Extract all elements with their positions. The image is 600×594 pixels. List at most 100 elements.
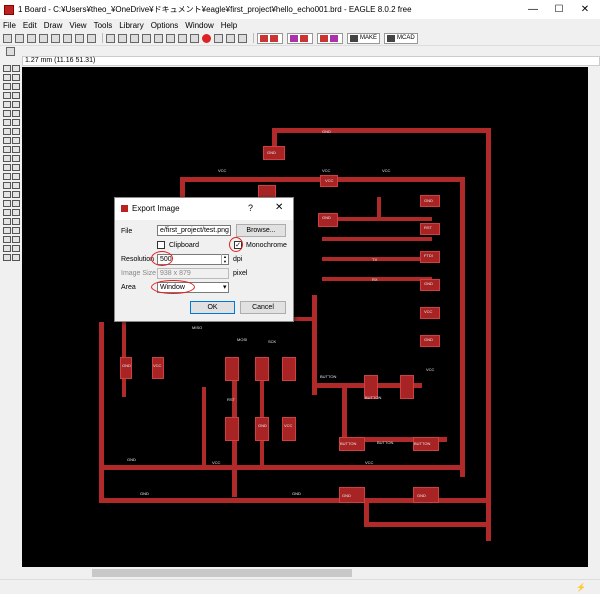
menu-view[interactable]: View — [69, 21, 86, 30]
undo-icon[interactable] — [178, 33, 187, 43]
wire-tool-icon[interactable] — [3, 173, 11, 180]
name-tool-icon[interactable] — [3, 137, 11, 144]
redo-icon[interactable] — [190, 33, 199, 43]
add-tool-icon[interactable] — [3, 119, 11, 126]
vertical-scrollbar[interactable] — [588, 67, 600, 567]
display-tool-icon[interactable] — [3, 74, 11, 81]
attribute-tool-icon[interactable] — [12, 209, 20, 216]
fusion-pull-button[interactable] — [317, 32, 343, 44]
menu-file[interactable]: File — [3, 21, 16, 30]
menu-window[interactable]: Window — [185, 21, 213, 30]
zoom-fit-icon[interactable] — [106, 33, 115, 43]
miter-tool-icon[interactable] — [12, 146, 20, 153]
info-icon[interactable] — [238, 33, 247, 43]
net-label: TX — [372, 257, 378, 262]
split-tool-icon[interactable] — [3, 155, 11, 162]
menu-draw[interactable]: Draw — [44, 21, 63, 30]
script-icon[interactable] — [75, 33, 84, 43]
lock-tool-icon[interactable] — [12, 128, 20, 135]
show-tool-icon[interactable] — [12, 65, 20, 72]
rect-tool-icon[interactable] — [3, 191, 11, 198]
schematic-icon[interactable] — [51, 33, 60, 43]
ripup-tool-icon[interactable] — [12, 164, 20, 171]
value-tool-icon[interactable] — [12, 137, 20, 144]
main-toolbar: MAKE MCAD — [0, 31, 600, 46]
maximize-button[interactable]: ☐ — [546, 0, 572, 19]
mark-tool-icon[interactable] — [12, 74, 20, 81]
group-tool-icon[interactable] — [3, 101, 11, 108]
resolution-spinner[interactable]: ▲ ▼ — [221, 254, 228, 264]
extra-tool-icon[interactable] — [12, 254, 20, 261]
board-canvas[interactable]: GND VCC VCC VCC VCC GND GND GND GND GND … — [22, 67, 588, 567]
redraw-icon[interactable] — [166, 33, 175, 43]
rotate-tool-icon[interactable] — [12, 92, 20, 99]
copy-tool-icon[interactable] — [12, 83, 20, 90]
zoom-last-icon[interactable] — [154, 33, 163, 43]
trace — [377, 197, 381, 217]
browse-button[interactable]: Browse... — [236, 224, 286, 237]
dialog-close-button[interactable]: ✕ — [275, 202, 283, 213]
horizontal-scrollbar[interactable] — [22, 567, 588, 579]
menu-options[interactable]: Options — [151, 21, 179, 30]
scroll-thumb[interactable] — [92, 569, 352, 577]
replace-tool-icon[interactable] — [3, 128, 11, 135]
ulp-icon[interactable] — [87, 33, 96, 43]
route-tool-icon[interactable] — [3, 164, 11, 171]
paste-tool-icon[interactable] — [3, 110, 11, 117]
fusion-sync-button[interactable] — [257, 32, 283, 44]
menu-help[interactable]: Help — [221, 21, 237, 30]
smash-tool-icon[interactable] — [3, 146, 11, 153]
toolbar-separator — [102, 33, 103, 43]
zoom-out-icon[interactable] — [130, 33, 139, 43]
pinswap-tool-icon[interactable] — [12, 119, 20, 126]
clipboard-checkbox[interactable] — [157, 241, 165, 249]
grid-icon[interactable] — [6, 46, 15, 56]
make-button[interactable]: MAKE — [347, 32, 381, 44]
errors-tool-icon[interactable] — [12, 236, 20, 243]
print-icon[interactable] — [27, 33, 36, 43]
measure-tool-icon[interactable] — [3, 245, 11, 252]
polygon-tool-icon[interactable] — [12, 191, 20, 198]
menu-tools[interactable]: Tools — [94, 21, 113, 30]
stop-icon[interactable] — [202, 33, 211, 43]
move-tool-icon[interactable] — [3, 83, 11, 90]
dimension-tool-icon[interactable] — [3, 218, 11, 225]
via-tool-icon[interactable] — [3, 200, 11, 207]
open-icon[interactable] — [3, 33, 12, 43]
zoom-in-icon[interactable] — [118, 33, 127, 43]
arc-tool-icon[interactable] — [12, 182, 20, 189]
go-icon[interactable] — [214, 33, 223, 43]
dialog-help-button[interactable]: ? — [248, 203, 253, 213]
circle-tool-icon[interactable] — [3, 182, 11, 189]
net-label: RST — [424, 225, 432, 230]
ratsnest-tool-icon[interactable] — [12, 218, 20, 225]
ok-button[interactable]: OK — [190, 301, 235, 314]
mcad-button[interactable]: MCAD — [384, 32, 418, 44]
board-icon[interactable] — [63, 33, 72, 43]
minimize-button[interactable]: — — [520, 0, 546, 19]
autorouter-tool-icon[interactable] — [3, 227, 11, 234]
signal-tool-icon[interactable] — [12, 200, 20, 207]
file-path-field[interactable]: e/first_project/test.png — [157, 225, 231, 236]
cam-icon[interactable] — [39, 33, 48, 43]
layers-icon[interactable] — [226, 33, 235, 43]
menu-library[interactable]: Library — [119, 21, 143, 30]
warning-tool-icon[interactable] — [12, 245, 20, 252]
mirror-tool-icon[interactable] — [3, 92, 11, 99]
component-pad — [120, 357, 132, 379]
hole-tool-icon[interactable] — [3, 209, 11, 216]
drc-tool-icon[interactable] — [3, 236, 11, 243]
close-button[interactable]: ✕ — [572, 0, 598, 19]
change-tool-icon[interactable] — [12, 101, 20, 108]
menu-edit[interactable]: Edit — [23, 21, 37, 30]
layer-tool-icon[interactable] — [3, 254, 11, 261]
zoom-select-icon[interactable] — [142, 33, 151, 43]
delete-tool-icon[interactable] — [12, 110, 20, 117]
text-tool-icon[interactable] — [12, 173, 20, 180]
optimize-tool-icon[interactable] — [12, 155, 20, 162]
erc-tool-icon[interactable] — [12, 227, 20, 234]
cancel-button[interactable]: Cancel — [240, 301, 286, 314]
fusion-push-button[interactable] — [287, 32, 313, 44]
save-icon[interactable] — [15, 33, 24, 43]
info-tool-icon[interactable] — [3, 65, 11, 72]
